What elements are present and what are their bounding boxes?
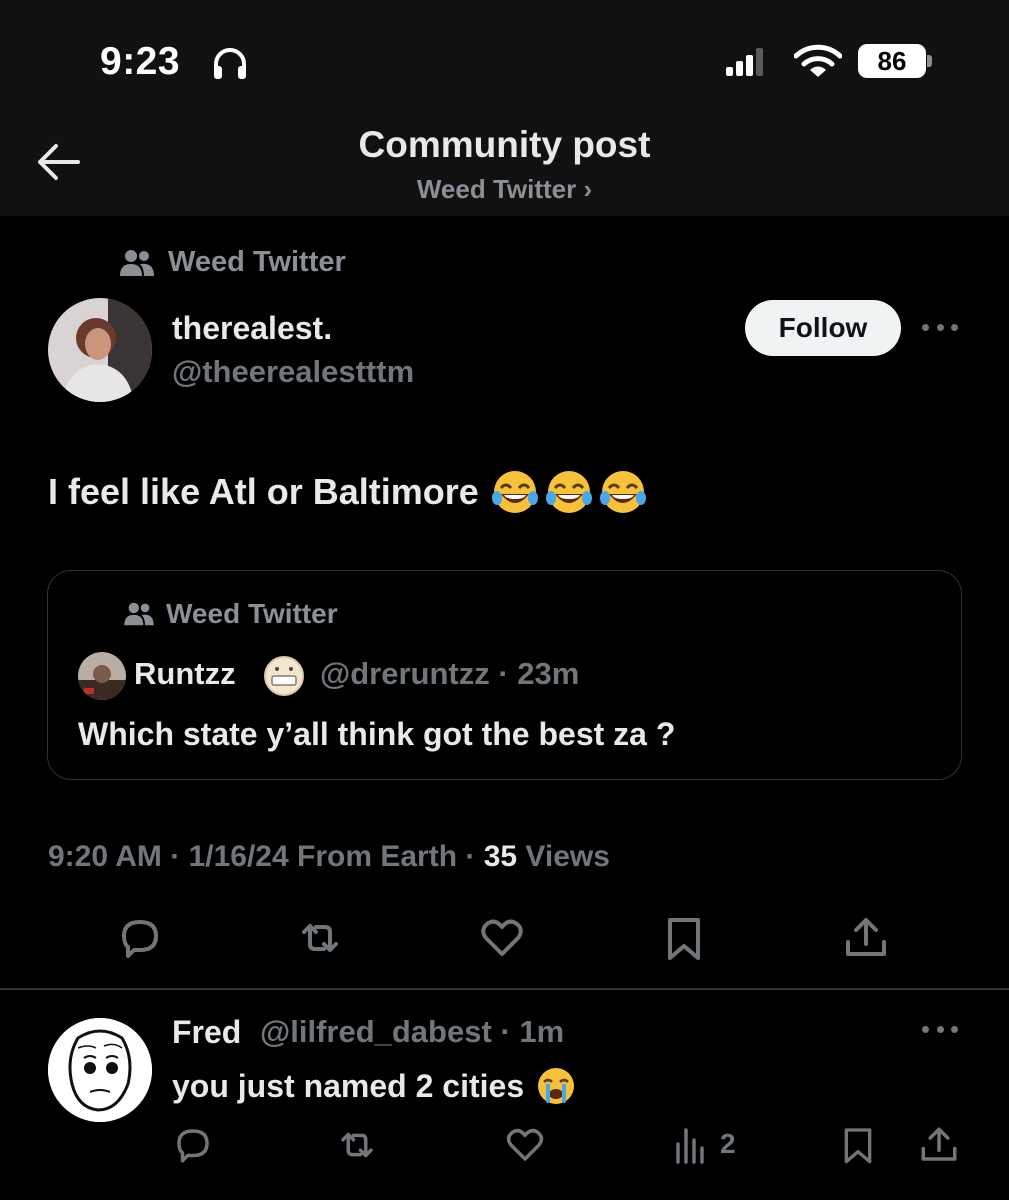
avatar-image (48, 1018, 152, 1122)
views-count: 35 (483, 840, 518, 873)
reply-author-avatar[interactable] (48, 1018, 152, 1122)
avatar-image (48, 298, 152, 402)
retweet-button[interactable] (296, 914, 344, 962)
reply-like-button[interactable] (504, 1124, 546, 1166)
share-icon (921, 1127, 957, 1161)
reply-bookmark-button[interactable] (838, 1124, 878, 1166)
reply-body: you just named 2 cities (172, 1067, 525, 1104)
reply-icon (122, 920, 158, 958)
community-name: Weed Twitter (168, 246, 346, 278)
reply-author-name[interactable]: Fred (172, 1014, 241, 1051)
views-icon (676, 1128, 704, 1164)
post-metadata: 9:20 AM · 1/16/24 From Earth · 35 Views (48, 840, 610, 874)
post-body: I feel like Atl or Baltimore (48, 471, 479, 512)
reply-retweet-button[interactable] (336, 1124, 378, 1166)
quoted-author-handle: @dreruntzz · 23m (320, 656, 580, 691)
quoted-post-text: Which state y’all think got the best za … (78, 716, 676, 752)
bookmark-button[interactable] (660, 914, 708, 962)
bookmark-icon (844, 1128, 872, 1164)
like-icon (481, 919, 523, 956)
community-label[interactable]: Weed Twitter (120, 246, 346, 279)
quoted-author-avatar (78, 652, 126, 700)
reply-views-count: 2 (720, 1128, 736, 1159)
like-button[interactable] (478, 914, 526, 962)
laughing-emoji-icon (491, 471, 538, 513)
crying-emoji-icon (538, 1068, 575, 1104)
author-name[interactable]: therealest. (172, 310, 332, 347)
grimace-emoji-icon (264, 656, 304, 696)
share-button[interactable] (842, 914, 890, 962)
section-divider (0, 988, 1009, 990)
community-icon (124, 602, 154, 626)
reply-more-options-icon[interactable] (922, 1026, 958, 1036)
quoted-author-name: Runtzz (134, 656, 236, 691)
reply-icon (177, 1129, 209, 1163)
cellular-signal-icon (726, 48, 763, 76)
quoted-community-name: Weed Twitter (166, 598, 338, 629)
battery-level: 86 (858, 44, 926, 78)
headphones-icon (214, 48, 246, 79)
reply-share-button[interactable] (918, 1124, 960, 1166)
avatar-image (78, 652, 126, 700)
wifi-icon (794, 44, 842, 77)
laughing-emoji-icon (545, 471, 592, 513)
post-text: I feel like Atl or Baltimore (48, 468, 647, 516)
battery-nub (927, 55, 932, 67)
post-timestamp: 9:20 AM · 1/16/24 From Earth · (48, 840, 484, 873)
like-icon (506, 1128, 544, 1161)
author-handle[interactable]: @theerealestttm (172, 354, 414, 390)
views-label: Views (517, 840, 610, 873)
page-title: Community post (358, 124, 651, 165)
more-options-icon[interactable] (922, 324, 958, 334)
battery-indicator: 86 (858, 44, 932, 78)
reply-author-handle[interactable]: @lilfred_dabest · 1m (260, 1014, 564, 1050)
reply-reply-button[interactable] (172, 1124, 214, 1166)
community-link[interactable]: Weed Twitter › (0, 174, 1009, 205)
retweet-icon (341, 1132, 373, 1158)
reply-button[interactable] (116, 914, 164, 962)
author-avatar[interactable] (48, 298, 152, 402)
follow-button[interactable]: Follow (745, 300, 901, 356)
quoted-community-label: Weed Twitter (124, 598, 338, 630)
retweet-icon (302, 924, 338, 952)
status-time: 9:23 (100, 40, 181, 83)
reply-text: you just named 2 cities (172, 1066, 576, 1106)
laughing-emoji-icon (599, 471, 646, 513)
share-icon (846, 918, 886, 956)
reply-views-button[interactable] (674, 1126, 710, 1164)
community-icon (120, 249, 154, 276)
bookmark-icon (668, 918, 700, 960)
